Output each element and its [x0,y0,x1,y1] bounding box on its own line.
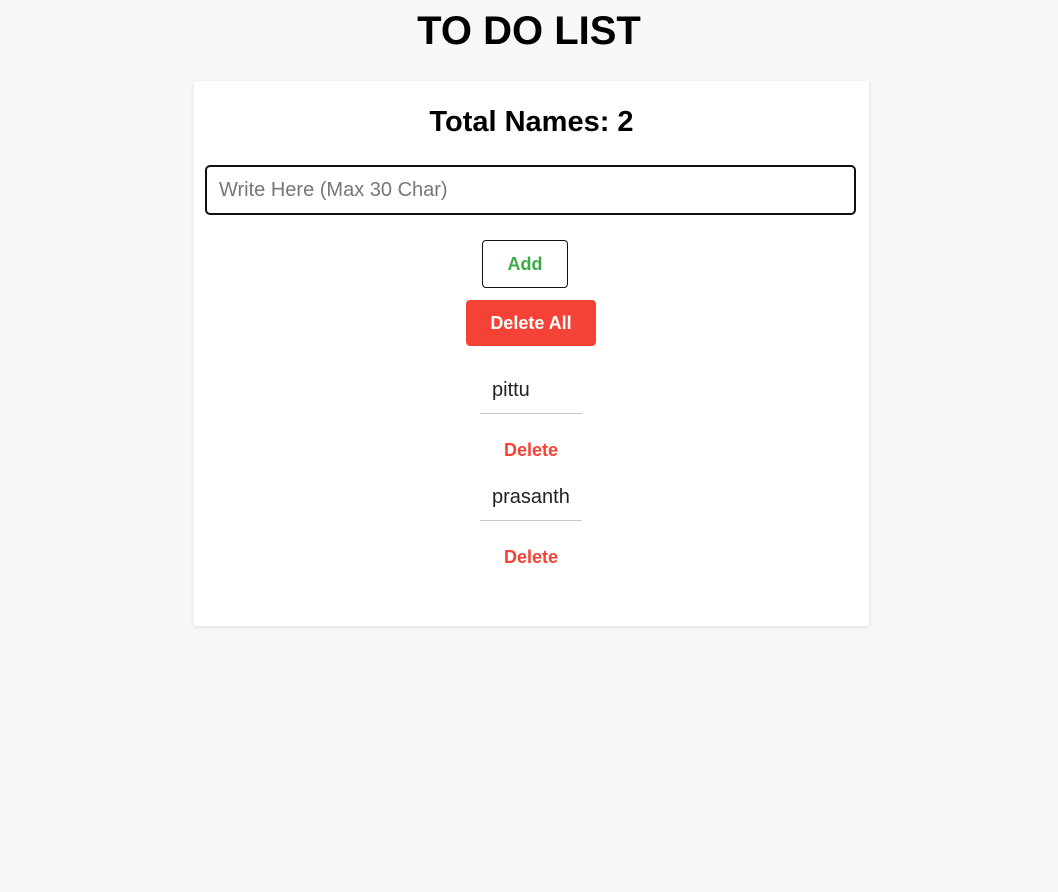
total-names-counter: Total Names: 2 [429,106,634,138]
item-name: pittu [480,365,582,414]
page-title: TO DO LIST [417,9,641,53]
list-item: pittu Delete [194,365,869,472]
item-name: prasanth [480,472,582,521]
name-input[interactable] [205,165,856,215]
todo-card: Total Names: 2 Add Delete All pittu Dele… [194,81,869,626]
delete-item-button[interactable]: Delete [481,435,581,465]
add-button[interactable]: Add [482,240,568,288]
list-item: prasanth Delete [194,472,869,579]
todo-list: pittu Delete prasanth Delete [194,365,869,579]
delete-all-button[interactable]: Delete All [466,300,596,346]
delete-item-button[interactable]: Delete [481,542,581,572]
